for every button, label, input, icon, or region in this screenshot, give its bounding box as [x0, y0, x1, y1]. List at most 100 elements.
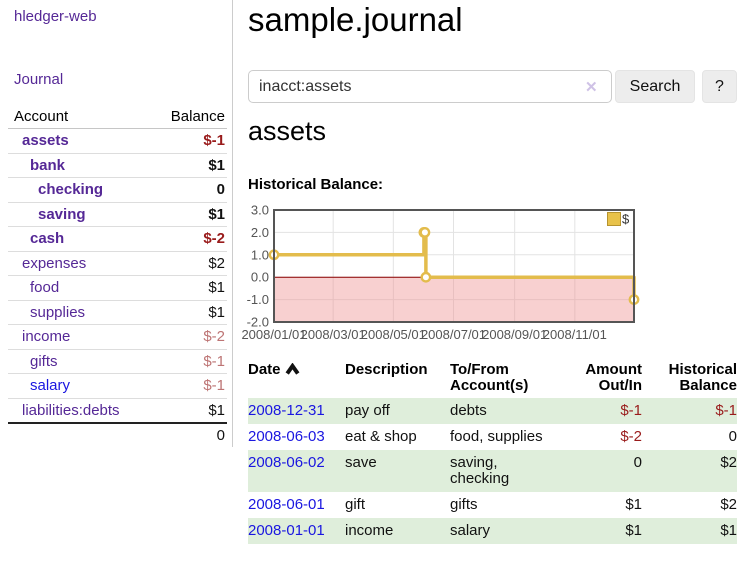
transaction-balance: 0	[642, 424, 737, 450]
account-row: checking 0	[8, 178, 227, 203]
account-link-assets[interactable]: assets	[22, 132, 69, 149]
transaction-date-link[interactable]: 2008-06-01	[248, 496, 325, 513]
transaction-description: eat & shop	[345, 424, 450, 450]
column-header-tofrom-line2: Account(s)	[450, 378, 557, 394]
transaction-amount: $1	[557, 492, 642, 518]
search-bar: ✕ Search ?	[248, 70, 742, 103]
register-row: 2008-12-31 pay off debts $-1 $-1	[248, 398, 737, 424]
account-row: food $1	[8, 276, 227, 301]
accounts-header-account: Account	[8, 104, 154, 129]
column-header-tofrom-line1: To/From	[450, 362, 557, 378]
column-header-balance-line1: Historical	[642, 362, 737, 378]
register-row: 2008-06-02 save saving, checking 0 $2	[248, 450, 737, 492]
search-input[interactable]	[248, 70, 612, 103]
svg-text:1.0: 1.0	[251, 247, 269, 262]
register-row: 2008-01-01 income salary $1 $1	[248, 518, 737, 544]
transaction-description: income	[345, 518, 450, 544]
column-header-amount-line1: Amount	[557, 362, 642, 378]
account-row: gifts $-1	[8, 349, 227, 374]
chart-title: Historical Balance:	[248, 176, 383, 193]
transaction-amount: 0	[557, 450, 642, 492]
account-row: supplies $1	[8, 300, 227, 325]
column-header-tofrom[interactable]: To/From Account(s)	[450, 360, 557, 398]
account-row: salary $-1	[8, 374, 227, 399]
account-balance: $2	[154, 251, 227, 276]
accounts-total-row: 0	[8, 423, 227, 448]
account-balance: $-2	[154, 325, 227, 350]
clear-search-icon[interactable]: ✕	[585, 78, 598, 96]
legend-label: $	[622, 212, 630, 227]
accounts-header-balance: Balance	[154, 104, 227, 129]
account-balance: $-1	[154, 374, 227, 399]
column-header-balance[interactable]: Historical Balance	[642, 360, 737, 398]
transaction-date-link[interactable]: 2008-01-01	[248, 522, 325, 539]
legend-swatch	[608, 213, 621, 226]
account-link-expenses[interactable]: expenses	[22, 255, 86, 272]
accounts-total-balance: 0	[154, 423, 227, 448]
account-link-salary[interactable]: salary	[30, 377, 70, 394]
account-link-income[interactable]: income	[22, 328, 70, 345]
svg-text:2008/03/01: 2008/03/01	[301, 327, 366, 342]
account-row: cash $-2	[8, 227, 227, 252]
svg-text:0.0: 0.0	[251, 270, 269, 285]
svg-text:-1.0: -1.0	[247, 292, 269, 307]
transaction-amount: $1	[557, 518, 642, 544]
account-balance: $1	[154, 300, 227, 325]
account-row: assets $-1	[8, 129, 227, 154]
transaction-description: gift	[345, 492, 450, 518]
page-title: sample.journal	[248, 1, 463, 39]
transaction-accounts: food, supplies	[450, 424, 557, 450]
transaction-balance: $2	[642, 492, 737, 518]
account-balance: $-1	[154, 349, 227, 374]
column-header-date[interactable]: Date	[248, 360, 345, 398]
transaction-accounts: saving, checking	[450, 450, 557, 492]
column-header-amount-line2: Out/In	[557, 378, 642, 394]
accounts-header-row: Account Balance	[8, 104, 227, 129]
transaction-amount: $-2	[557, 424, 642, 450]
register-header-row: Date Description To/From Account(s) Amou…	[248, 360, 737, 398]
column-header-amount[interactable]: Amount Out/In	[557, 360, 642, 398]
account-row: income $-2	[8, 325, 227, 350]
transaction-amount: $-1	[557, 398, 642, 424]
register-row: 2008-06-03 eat & shop food, supplies $-2…	[248, 424, 737, 450]
register-table: Date Description To/From Account(s) Amou…	[248, 360, 737, 544]
account-link-checking[interactable]: checking	[38, 181, 103, 198]
svg-text:2008/11/01: 2008/11/01	[543, 327, 607, 342]
historical-balance-chart: 3.02.01.00.0-1.0-2.02008/01/012008/03/01…	[240, 204, 642, 346]
help-button[interactable]: ?	[702, 70, 737, 103]
transaction-balance: $1	[642, 518, 737, 544]
transaction-date-link[interactable]: 2008-12-31	[248, 402, 325, 419]
svg-text:2008/01/01: 2008/01/01	[241, 327, 306, 342]
sidebar: hledger-web Journal Account Balance asse…	[0, 0, 233, 447]
account-row: expenses $2	[8, 251, 227, 276]
account-link-saving[interactable]: saving	[38, 206, 86, 223]
transaction-accounts: debts	[450, 398, 557, 424]
accounts-table: Account Balance assets $-1 bank $1 check…	[8, 104, 227, 447]
transaction-date-link[interactable]: 2008-06-02	[248, 454, 325, 471]
account-link-cash[interactable]: cash	[30, 230, 64, 247]
search-button[interactable]: Search	[615, 70, 695, 103]
transaction-description: pay off	[345, 398, 450, 424]
app-brand-link[interactable]: hledger-web	[14, 8, 97, 25]
account-balance: $-1	[154, 129, 227, 154]
transaction-date-link[interactable]: 2008-06-03	[248, 428, 325, 445]
account-link-food[interactable]: food	[30, 279, 59, 296]
transaction-balance: $2	[642, 450, 737, 492]
account-link-supplies[interactable]: supplies	[30, 304, 85, 321]
column-header-description[interactable]: Description	[345, 360, 450, 398]
account-balance: $1	[154, 153, 227, 178]
account-balance: 0	[154, 178, 227, 203]
account-page-title: assets	[248, 116, 326, 147]
account-balance: $1	[154, 276, 227, 301]
column-header-date-label: Date	[248, 361, 281, 378]
svg-text:2008/05/01: 2008/05/01	[361, 327, 426, 342]
account-row: saving $1	[8, 202, 227, 227]
account-row: liabilities:debts $1	[8, 398, 227, 423]
sidebar-item-journal[interactable]: Journal	[14, 71, 63, 88]
account-balance: $1	[154, 202, 227, 227]
svg-text:3.0: 3.0	[251, 203, 269, 218]
account-link-bank[interactable]: bank	[30, 157, 65, 174]
register-row: 2008-06-01 gift gifts $1 $2	[248, 492, 737, 518]
account-link-liabilities-debts[interactable]: liabilities:debts	[22, 402, 120, 419]
account-link-gifts[interactable]: gifts	[30, 353, 58, 370]
